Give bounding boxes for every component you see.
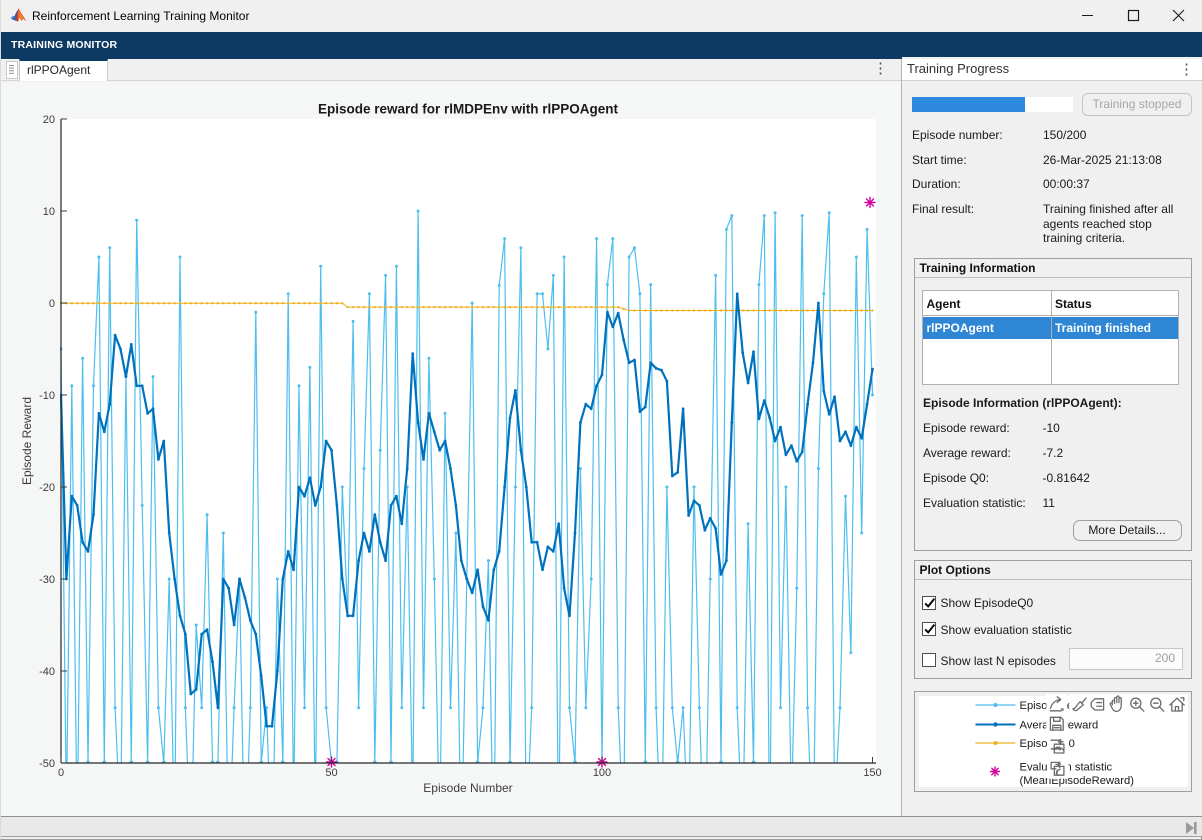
svg-text:20: 20 [43, 114, 55, 126]
svg-text:-50: -50 [39, 758, 55, 770]
svg-text:Episode Number: Episode Number [423, 781, 512, 795]
svg-text:-30: -30 [39, 574, 55, 586]
svg-text:0: 0 [58, 767, 64, 779]
svg-text:Episode reward for rlMDPEnv wi: Episode reward for rlMDPEnv with rlPPOAg… [318, 102, 619, 117]
svg-text:(MeanEpisodeReward): (MeanEpisodeReward) [1019, 774, 1134, 786]
svg-text:50: 50 [325, 767, 337, 779]
svg-text:10: 10 [43, 206, 55, 218]
svg-text:0: 0 [49, 298, 55, 310]
svg-text:-10: -10 [39, 390, 55, 402]
svg-text:-20: -20 [39, 482, 55, 494]
svg-text:Episode Reward: Episode Reward [20, 397, 34, 485]
svg-text:150: 150 [863, 767, 881, 779]
svg-text:-40: -40 [39, 666, 55, 678]
svg-text:100: 100 [593, 767, 611, 779]
